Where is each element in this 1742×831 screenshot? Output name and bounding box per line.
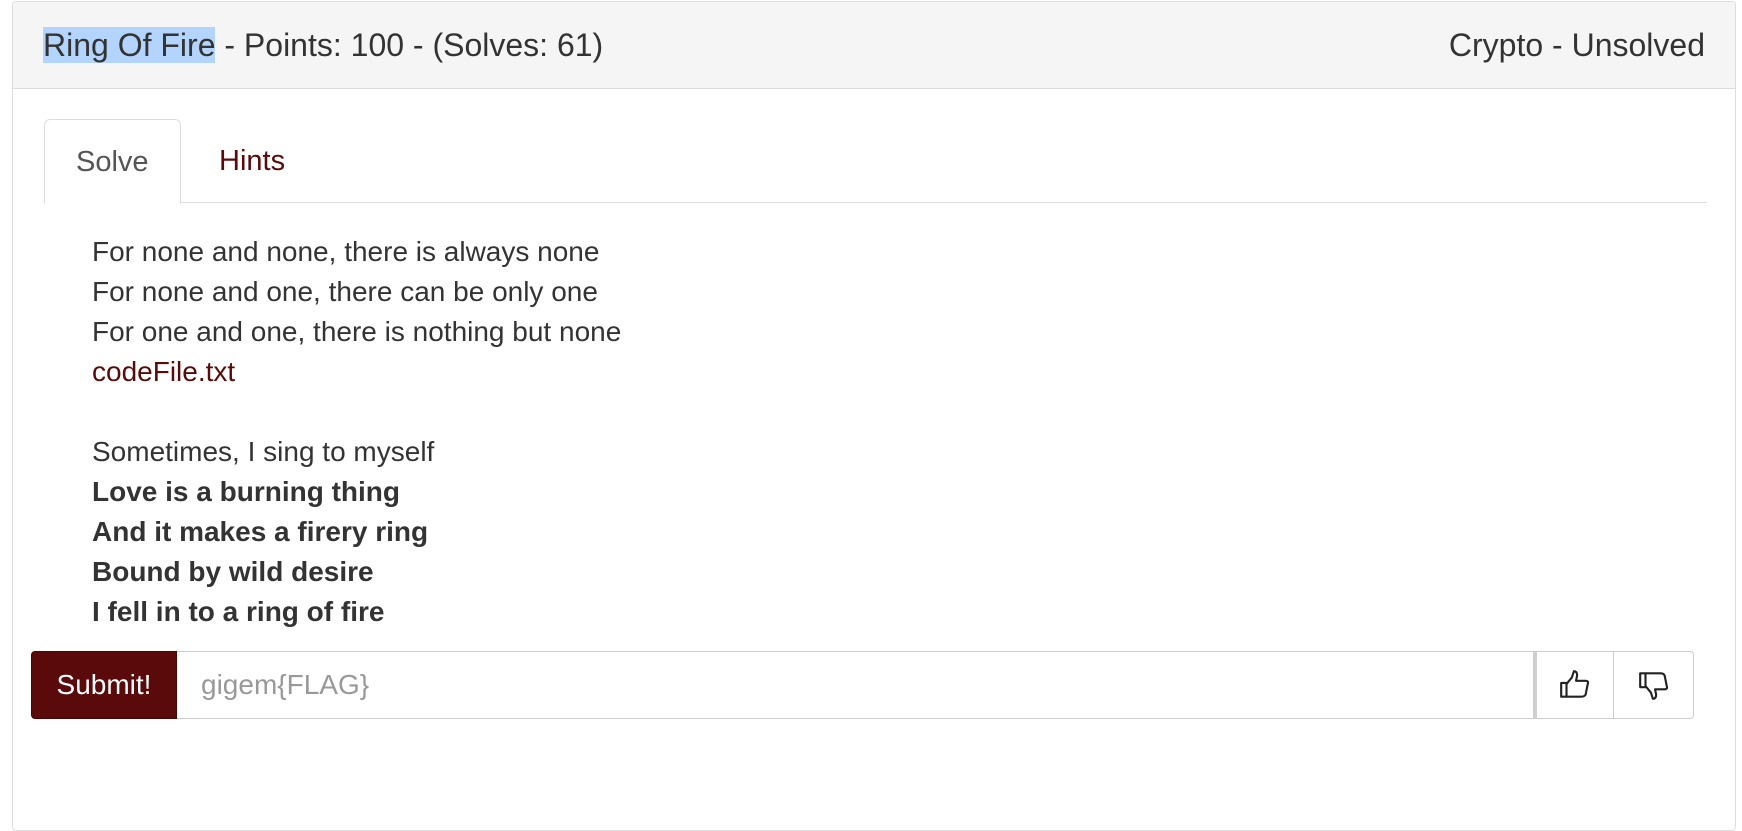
thumbs-down-icon: [1638, 672, 1668, 700]
submit-button[interactable]: Submit!: [31, 651, 177, 719]
tab-solve[interactable]: Solve: [44, 119, 181, 204]
description-line: For none and one, there can be only one: [92, 276, 598, 307]
challenge-title: Ring Of Fire: [43, 27, 216, 63]
description-line: For none and none, there is always none: [92, 236, 600, 267]
challenge-meta: - Points: 100 - (Solves: 61): [215, 27, 604, 63]
challenge-header: Ring Of Fire - Points: 100 - (Solves: 61…: [13, 2, 1735, 89]
lyric-line: Love is a burning thing: [92, 476, 400, 507]
category-status: Crypto - Unsolved: [1448, 27, 1705, 63]
lyric-line: I fell in to a ring of fire: [92, 596, 385, 627]
downvote-button[interactable]: [1614, 651, 1694, 719]
tab-bar: Solve Hints: [44, 119, 1707, 204]
lyric-line: Bound by wild desire: [92, 556, 374, 587]
flag-input[interactable]: [177, 651, 1534, 719]
challenge-heading: Ring Of Fire - Points: 100 - (Solves: 61…: [43, 2, 603, 88]
thumbs-up-icon: [1560, 670, 1590, 698]
description-intro: Sometimes, I sing to myself: [92, 436, 435, 467]
code-file-link[interactable]: codeFile.txt: [92, 352, 621, 392]
lyric-line: And it makes a firery ring: [92, 516, 429, 547]
description-line: For one and one, there is nothing but no…: [92, 316, 622, 347]
challenge-description: For none and none, there is always none …: [92, 232, 621, 632]
upvote-button[interactable]: [1534, 651, 1614, 719]
flag-form: Submit!: [31, 651, 1694, 719]
tab-hints[interactable]: Hints: [188, 119, 316, 203]
